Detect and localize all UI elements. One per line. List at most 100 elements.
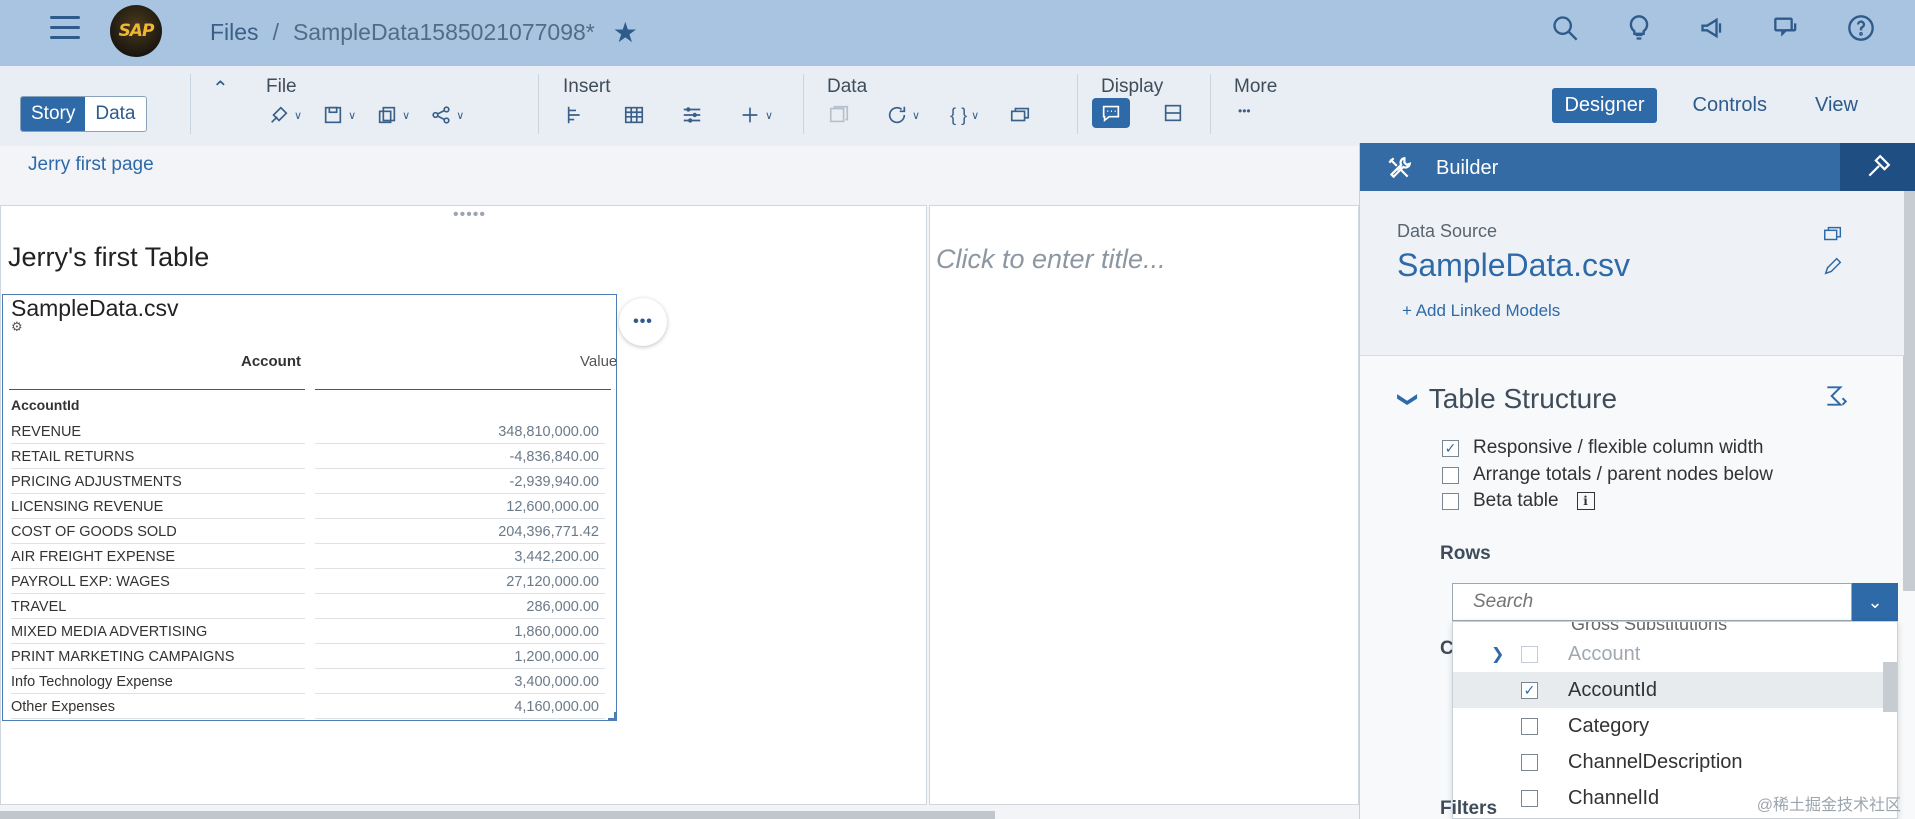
copy-model-icon[interactable]: [1822, 223, 1844, 250]
account-cell[interactable]: REVENUE: [11, 424, 305, 444]
dropdown-item-channeldescription[interactable]: ChannelDescription: [1453, 744, 1883, 780]
more-options-icon[interactable]: •••: [1238, 104, 1251, 118]
account-cell[interactable]: PAYROLL EXP: WAGES: [11, 574, 305, 594]
horizontal-scrollbar[interactable]: [0, 811, 995, 819]
value-cell[interactable]: 348,810,000.00: [315, 424, 605, 444]
dropdown-scrollbar[interactable]: [1883, 662, 1897, 712]
table-widget[interactable]: SampleData.csv ⚙ Account Value AccountId…: [2, 294, 617, 721]
tab-designer[interactable]: Designer: [1552, 88, 1657, 123]
table-row[interactable]: AIR FREIGHT EXPENSE 3,442,200.00: [9, 544, 611, 569]
table-row[interactable]: LICENSING REVENUE 12,600,000.00: [9, 494, 611, 519]
add-icon[interactable]: ∨: [739, 104, 773, 126]
option-arrange-totals[interactable]: Arrange totals / parent nodes below: [1442, 464, 1773, 486]
favorite-star-icon[interactable]: ★: [613, 16, 638, 49]
account-cell[interactable]: MIXED MEDIA ADVERTISING: [11, 624, 305, 644]
dropdown-item-account[interactable]: ❯ Account: [1453, 636, 1883, 672]
dropdown-item-accountid[interactable]: ✓ AccountId: [1453, 672, 1883, 708]
option-responsive[interactable]: ✓ Responsive / flexible column width: [1442, 437, 1763, 459]
table-row[interactable]: MIXED MEDIA ADVERTISING 1,860,000.00: [9, 619, 611, 644]
value-cell[interactable]: 1,200,000.00: [315, 649, 605, 669]
value-cell[interactable]: 4,160,000.00: [315, 699, 605, 719]
checkbox[interactable]: [1521, 717, 1538, 735]
checkbox[interactable]: [1521, 789, 1538, 807]
value-cell[interactable]: 1,860,000.00: [315, 624, 605, 644]
value-cell[interactable]: 204,396,771.42: [315, 524, 605, 544]
dimension-search[interactable]: [1452, 583, 1852, 621]
account-cell[interactable]: Other Expenses: [11, 699, 305, 719]
beta-table-checkbox[interactable]: [1442, 492, 1459, 510]
account-cell[interactable]: PRINT MARKETING CAMPAIGNS: [11, 649, 305, 669]
breadcrumb-files[interactable]: Files: [210, 19, 259, 46]
help-icon[interactable]: [1845, 12, 1877, 44]
table-row[interactable]: PAYROLL EXP: WAGES 27,120,000.00: [9, 569, 611, 594]
swap-axis-icon[interactable]: [1823, 383, 1849, 414]
tab-controls[interactable]: Controls: [1681, 88, 1779, 123]
drag-handle[interactable]: •••••: [453, 206, 486, 224]
data-source-name[interactable]: SampleData.csv: [1397, 247, 1630, 284]
table-row[interactable]: PRINT MARKETING CAMPAIGNS 1,200,000.00: [9, 644, 611, 669]
canvas-panel-left[interactable]: ••••• Jerry's first Table SampleData.csv…: [0, 205, 927, 805]
canvas-title[interactable]: Jerry's first Table: [8, 242, 209, 273]
comment-icon[interactable]: [1092, 98, 1130, 128]
search-icon[interactable]: [1549, 12, 1581, 44]
linked-analysis-icon[interactable]: [1009, 104, 1031, 126]
checkbox[interactable]: ✓: [1521, 681, 1538, 699]
chart-icon[interactable]: [565, 104, 587, 126]
table-structure-header[interactable]: ❯ Table Structure: [1397, 383, 1617, 415]
panel-scrollbar[interactable]: [1903, 191, 1915, 591]
table-row[interactable]: PRICING ADJUSTMENTS -2,939,940.00: [9, 469, 611, 494]
story-mode-button[interactable]: Story: [21, 97, 86, 131]
account-cell[interactable]: PRICING ADJUSTMENTS: [11, 474, 305, 494]
account-cell[interactable]: AIR FREIGHT EXPENSE: [11, 549, 305, 569]
table-row[interactable]: REVENUE 348,810,000.00: [9, 419, 611, 444]
title-placeholder[interactable]: Click to enter title...: [936, 244, 1166, 275]
arrange-totals-checkbox[interactable]: [1442, 466, 1459, 484]
chat-icon[interactable]: [1771, 12, 1803, 44]
option-beta-table[interactable]: Beta table i: [1442, 490, 1595, 512]
checkbox[interactable]: [1521, 753, 1538, 771]
save-icon[interactable]: ∨: [322, 104, 356, 126]
input-control-icon[interactable]: [681, 104, 703, 126]
collapse-toolbar-icon[interactable]: ⌃: [212, 76, 229, 101]
data-mode-button[interactable]: Data: [85, 97, 146, 131]
canvas-panel-right[interactable]: Click to enter title...: [929, 205, 1359, 805]
chevron-down-icon[interactable]: ❯: [1396, 391, 1421, 408]
megaphone-icon[interactable]: [1697, 12, 1729, 44]
resize-handle[interactable]: [608, 712, 616, 720]
account-cell[interactable]: COST OF GOODS SOLD: [11, 524, 305, 544]
edit-tools-icon[interactable]: ∨: [268, 104, 302, 126]
table-more-button[interactable]: •••: [619, 298, 667, 346]
dropdown-toggle-button[interactable]: ⌄: [1852, 583, 1898, 621]
page-tab-jerry-first-page[interactable]: Jerry first page: [28, 154, 154, 176]
lightbulb-icon[interactable]: [1623, 12, 1655, 44]
share-icon[interactable]: ∨: [430, 104, 464, 126]
refresh-icon[interactable]: ∨: [886, 104, 920, 126]
tab-view[interactable]: View: [1803, 88, 1870, 123]
account-cell[interactable]: TRAVEL: [11, 599, 305, 619]
styling-hammer-icon[interactable]: [1840, 143, 1915, 191]
value-cell[interactable]: 286,000.00: [315, 599, 605, 619]
account-cell[interactable]: Info Technology Expense: [11, 674, 305, 694]
value-cell[interactable]: 3,442,200.00: [315, 549, 605, 569]
dropdown-item-category[interactable]: Category: [1453, 708, 1883, 744]
info-icon[interactable]: i: [1576, 492, 1595, 510]
value-cell[interactable]: 12,600,000.00: [315, 499, 605, 519]
account-cell[interactable]: RETAIL RETURNS: [11, 449, 305, 469]
value-cell[interactable]: 27,120,000.00: [315, 574, 605, 594]
table-row[interactable]: TRAVEL 286,000.00: [9, 594, 611, 619]
sap-logo[interactable]: SAP: [110, 5, 162, 57]
checkbox[interactable]: [1521, 645, 1538, 663]
value-cell[interactable]: 3,400,000.00: [315, 674, 605, 694]
copy-icon[interactable]: ∨: [376, 104, 410, 126]
data-source-icon[interactable]: [828, 104, 850, 126]
responsive-checkbox[interactable]: ✓: [1442, 439, 1459, 457]
table-row[interactable]: Other Expenses 4,160,000.00: [9, 694, 611, 719]
formula-icon[interactable]: { } ∨: [950, 105, 979, 126]
search-input[interactable]: [1453, 584, 1833, 620]
menu-icon[interactable]: [50, 16, 80, 40]
account-cell[interactable]: LICENSING REVENUE: [11, 499, 305, 519]
add-linked-models-link[interactable]: + Add Linked Models: [1402, 301, 1560, 321]
table-row[interactable]: RETAIL RETURNS -4,836,840.00: [9, 444, 611, 469]
table-icon[interactable]: [623, 104, 645, 126]
value-cell[interactable]: -4,836,840.00: [315, 449, 605, 469]
